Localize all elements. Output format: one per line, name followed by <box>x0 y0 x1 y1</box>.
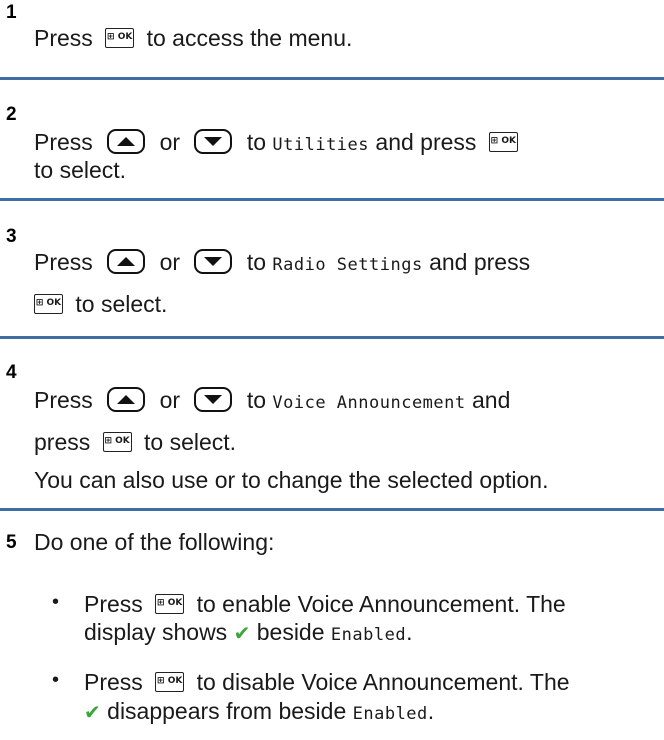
step-text: to access the menu. <box>146 25 353 51</box>
step-5-option-2-line-2: ✔ disappears from beside Enabled. <box>84 697 434 728</box>
step-4-line-2: press ⊞ OK to select. <box>34 428 236 456</box>
step-text: and <box>472 387 511 413</box>
menu-ok-key-icon: ⊞ OK <box>105 27 135 48</box>
step-text: or <box>159 129 181 155</box>
down-arrow-key-icon <box>194 249 233 275</box>
step-1-line-1: Press ⊞ OK to access the menu. <box>34 24 352 52</box>
step-text: Press <box>34 249 93 275</box>
step-text: Press <box>34 129 93 155</box>
step-text: to disable Voice Announcement. The <box>196 669 570 695</box>
step-text: or <box>159 387 181 413</box>
step-separator <box>0 198 664 201</box>
step-text: Press <box>34 387 93 413</box>
step-text: Do one of the following: <box>34 529 275 555</box>
step-text: or <box>159 249 181 275</box>
bullet-marker: • <box>52 591 60 613</box>
step-3-line-1: Press or to Radio Settings and press <box>34 248 530 279</box>
step-text: . <box>427 698 435 724</box>
step-number: 3 <box>6 226 17 247</box>
step-5-option-2-line-1: Press ⊞ OK to disable Voice Announcement… <box>84 668 570 696</box>
step-text: to select. <box>34 157 127 183</box>
step-separator <box>0 77 664 80</box>
step-text: Press <box>84 669 143 695</box>
menu-ok-key-icon: ⊞ OK <box>155 671 185 692</box>
bullet-marker: • <box>52 669 60 691</box>
step-text: to select. <box>75 291 168 317</box>
menu-ok-key-icon: ⊞ OK <box>488 131 518 152</box>
step-text: to enable Voice Announcement. The <box>196 591 566 617</box>
step-4-line-3: You can also use or to change the select… <box>34 466 548 494</box>
step-separator <box>0 336 664 339</box>
step-text: to select. <box>144 429 237 455</box>
checkmark-icon: ✔ <box>233 623 251 645</box>
step-number: 1 <box>6 2 17 23</box>
step-2-line-1: Press or to Utilities and press ⊞ OK <box>34 128 524 159</box>
down-arrow-key-icon <box>194 129 233 155</box>
down-arrow-key-icon <box>194 387 233 413</box>
up-arrow-key-icon <box>107 387 146 413</box>
step-note: You can also use or to change the select… <box>34 467 549 493</box>
step-text: to <box>246 129 266 155</box>
procedure-page: 1 Press ⊞ OK to access the menu. 2 Press… <box>0 0 664 740</box>
step-text: and press <box>375 129 477 155</box>
step-text: to <box>246 387 266 413</box>
step-number: 4 <box>6 362 17 383</box>
step-separator <box>0 508 664 511</box>
menu-item-name: Voice Announcement <box>272 393 466 413</box>
step-5-option-1-line-1: Press ⊞ OK to enable Voice Announcement.… <box>84 590 566 618</box>
menu-ok-key-icon: ⊞ OK <box>155 593 185 614</box>
step-number: 5 <box>6 532 17 553</box>
up-arrow-key-icon <box>107 129 146 155</box>
step-3-line-2: ⊞ OK to select. <box>28 290 167 318</box>
up-arrow-key-icon <box>107 249 146 275</box>
step-4-line-1: Press or to Voice Announcement and <box>34 386 510 417</box>
step-text: Press <box>34 25 93 51</box>
checkmark-icon: ✔ <box>84 702 101 724</box>
menu-item-name: Enabled <box>330 625 407 645</box>
menu-ok-key-icon: ⊞ OK <box>34 293 63 314</box>
menu-item-name: Enabled <box>352 704 428 724</box>
step-text: display shows <box>84 619 228 645</box>
step-number: 2 <box>6 104 17 125</box>
step-text: Press <box>84 591 143 617</box>
step-text: . <box>406 619 413 645</box>
step-5-intro: Do one of the following: <box>34 528 274 556</box>
step-text: press <box>34 429 91 455</box>
step-text: beside <box>256 619 325 645</box>
step-5-option-1-line-2: display shows ✔ beside Enabled. <box>84 618 412 649</box>
menu-item-name: Utilities <box>272 135 370 155</box>
step-text: to <box>246 249 266 275</box>
step-text: and press <box>429 249 531 275</box>
menu-ok-key-icon: ⊞ OK <box>102 431 132 452</box>
menu-item-name: Radio Settings <box>272 255 423 275</box>
step-2-line-2: to select. <box>34 156 126 184</box>
step-text: disappears from beside <box>107 698 347 724</box>
